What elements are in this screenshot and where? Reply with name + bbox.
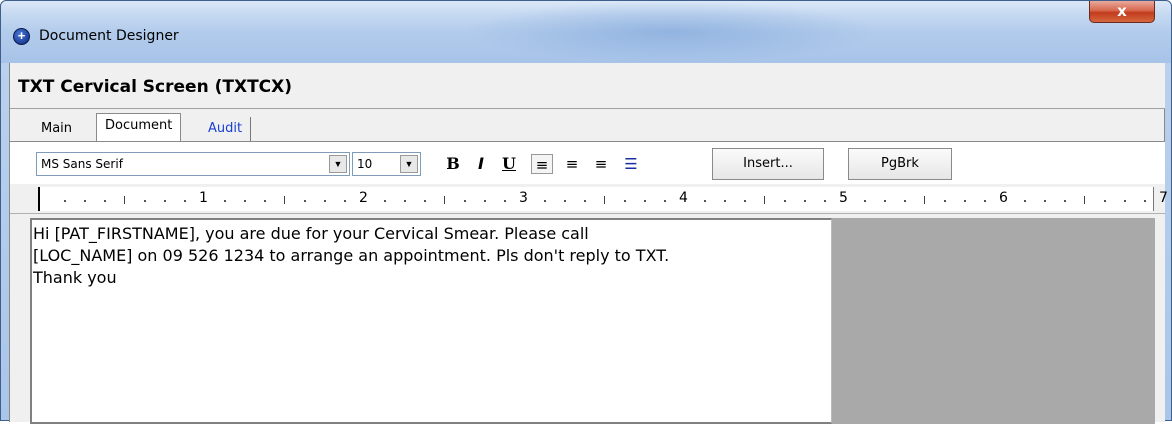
ruler-number: 3 (519, 190, 528, 206)
ruler-dot (404, 200, 406, 202)
document-designer-window: + Document Designer x TXT Cervical Scree… (0, 0, 1172, 424)
tab-main[interactable]: Main (33, 117, 80, 141)
ruler-dot (644, 200, 646, 202)
ruler-dot (964, 200, 966, 202)
title-bar[interactable]: + Document Designer x (1, 1, 1171, 63)
document-editor[interactable]: Hi [PAT_FIRSTNAME], you are due for your… (30, 218, 832, 424)
font-size-select[interactable]: 10 ▼ (352, 152, 421, 176)
ruler-dot (824, 200, 826, 202)
ruler-dot (1144, 200, 1146, 202)
ruler-dot (84, 200, 86, 202)
tab-strip: Main Document Audit (10, 113, 1165, 141)
ruler-track[interactable]: 1 2 3 4 5 6 7 (38, 187, 1168, 211)
ruler-half-tick (604, 196, 605, 204)
align-right-icon[interactable]: ≡ (590, 154, 612, 174)
underline-icon[interactable]: U (498, 154, 520, 174)
ruler-dot (884, 200, 886, 202)
ruler-dot (424, 200, 426, 202)
bold-icon[interactable]: B (442, 154, 464, 174)
ruler-dot (64, 200, 66, 202)
ruler-dot (384, 200, 386, 202)
ruler-dot (724, 200, 726, 202)
title-bar-glow (461, 1, 881, 63)
ruler-half-tick (284, 196, 285, 204)
ruler-number: 2 (359, 190, 368, 206)
ruler-number: 7 (1159, 190, 1168, 206)
ruler-dot (784, 200, 786, 202)
ruler-dot (224, 200, 226, 202)
ruler-half-tick (444, 196, 445, 204)
insert-button[interactable]: Insert... (712, 148, 824, 180)
align-center-icon[interactable]: ≡ (561, 154, 583, 174)
ruler-dot (264, 200, 266, 202)
preview-panel (832, 218, 1155, 424)
editor-content[interactable]: Hi [PAT_FIRSTNAME], you are due for your… (33, 223, 823, 289)
ruler-dot (904, 200, 906, 202)
ruler-dot (164, 200, 166, 202)
ruler-dot (584, 200, 586, 202)
app-icon: + (13, 28, 30, 45)
formatting-toolbar: MS Sans Serif ▼ 10 ▼ B I U ≡ ≡ ≡ ☰ Inser… (10, 141, 1165, 184)
ruler-half-tick (124, 196, 125, 204)
ruler-half-tick (764, 196, 765, 204)
ruler-dot (664, 200, 666, 202)
ruler-dot (864, 200, 866, 202)
ruler-half-tick (924, 196, 925, 204)
ruler-dot (484, 200, 486, 202)
close-button[interactable]: x (1089, 1, 1155, 23)
ruler-dot (544, 200, 546, 202)
ruler-dot (104, 200, 106, 202)
document-title: TXT Cervical Screen (TXTCX) (18, 77, 293, 97)
ruler-dot (1064, 200, 1066, 202)
ruler-dot (744, 200, 746, 202)
ruler-dot (344, 200, 346, 202)
page-break-button[interactable]: PgBrk (848, 148, 952, 180)
font-size-value: 10 (357, 157, 373, 171)
italic-icon[interactable]: I (470, 154, 492, 174)
ruler-number: 4 (679, 190, 688, 206)
ruler-dot (184, 200, 186, 202)
ruler-dot (804, 200, 806, 202)
ruler-dot (464, 200, 466, 202)
ruler-dot (704, 200, 706, 202)
window-title: Document Designer (39, 28, 179, 44)
client-area: TXT Cervical Screen (TXTCX) Main Documen… (9, 63, 1168, 424)
chevron-down-icon[interactable]: ▼ (400, 155, 418, 173)
ruler-dot (944, 200, 946, 202)
bullet-list-icon[interactable]: ☰ (620, 154, 642, 174)
ruler-dot (324, 200, 326, 202)
ruler-dot (984, 200, 986, 202)
ruler-dot (144, 200, 146, 202)
tab-document[interactable]: Document (96, 113, 182, 141)
ruler-dot (1124, 200, 1126, 202)
ruler-half-tick (1084, 196, 1085, 204)
ruler: 1 2 3 4 5 6 7 (10, 184, 1168, 214)
editor-area: Hi [PAT_FIRSTNAME], you are due for your… (10, 214, 1165, 424)
ruler-dot (1024, 200, 1026, 202)
ruler-dot (564, 200, 566, 202)
ruler-dot (244, 200, 246, 202)
chevron-down-icon[interactable]: ▼ (329, 155, 347, 173)
ruler-dot (504, 200, 506, 202)
font-name-select[interactable]: MS Sans Serif ▼ (36, 152, 350, 176)
ruler-dot (624, 200, 626, 202)
font-name-value: MS Sans Serif (41, 157, 123, 171)
ruler-number: 5 (839, 190, 848, 206)
ruler-number: 6 (999, 190, 1008, 206)
ruler-dot (304, 200, 306, 202)
tab-audit[interactable]: Audit (200, 117, 252, 141)
ruler-dot (1104, 200, 1106, 202)
align-left-icon[interactable]: ≡ (531, 154, 553, 174)
ruler-dot (1044, 200, 1046, 202)
ruler-number: 1 (199, 190, 208, 206)
document-header: TXT Cervical Screen (TXTCX) (10, 63, 1165, 109)
